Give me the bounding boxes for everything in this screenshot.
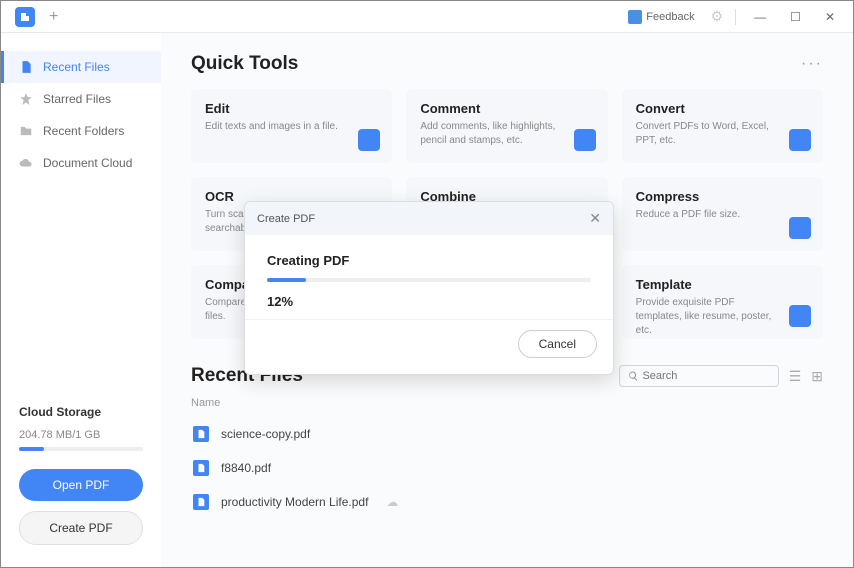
quick-tools-more-icon[interactable]: ···: [801, 55, 823, 73]
cloud-storage-bar: [19, 447, 143, 451]
search-input[interactable]: [642, 370, 769, 382]
feedback-button[interactable]: Feedback: [620, 8, 702, 26]
progress-title: Creating PDF: [267, 253, 591, 268]
template-icon: [789, 305, 811, 327]
sidebar-item-label: Starred Files: [43, 92, 111, 106]
pdf-file-icon: [193, 460, 209, 476]
feedback-label: Feedback: [646, 11, 694, 23]
pdf-file-icon: [193, 494, 209, 510]
sidebar: Recent Files Starred Files Recent Folder…: [1, 33, 161, 567]
minimize-button[interactable]: —: [744, 6, 776, 28]
tool-edit[interactable]: Edit Edit texts and images in a file.: [191, 89, 392, 163]
sidebar-item-label: Recent Folders: [43, 124, 124, 138]
sidebar-item-label: Recent Files: [43, 60, 110, 74]
column-name: Name: [191, 397, 823, 409]
edit-icon: [358, 129, 380, 151]
progress-percent: 12%: [267, 294, 591, 309]
search-box[interactable]: [619, 365, 779, 387]
sidebar-item-starred-files[interactable]: Starred Files: [1, 83, 161, 115]
file-name: f8840.pdf: [221, 461, 271, 475]
view-grid-icon[interactable]: ⊞: [811, 368, 823, 385]
tool-comment[interactable]: Comment Add comments, like highlights, p…: [406, 89, 607, 163]
comment-icon: [574, 129, 596, 151]
search-icon: [628, 370, 639, 382]
close-button[interactable]: ✕: [815, 6, 845, 28]
cloud-storage-title: Cloud Storage: [19, 405, 143, 419]
divider: [735, 9, 736, 25]
view-list-icon[interactable]: ☰: [789, 368, 802, 385]
file-icon: [19, 60, 33, 74]
settings-icon[interactable]: ⚙: [707, 8, 728, 25]
quick-tools-title: Quick Tools: [191, 53, 298, 75]
tool-compress[interactable]: Compress Reduce a PDF file size.: [622, 177, 823, 251]
create-pdf-dialog: Create PDF ✕ Creating PDF 12% Cancel: [244, 201, 614, 375]
create-pdf-button[interactable]: Create PDF: [19, 511, 143, 545]
app-logo[interactable]: [15, 7, 35, 27]
convert-icon: [789, 129, 811, 151]
titlebar: + Feedback ⚙ — ☐ ✕: [1, 1, 853, 33]
open-pdf-button[interactable]: Open PDF: [19, 469, 143, 501]
progress-bar: [267, 278, 591, 282]
sidebar-item-recent-files[interactable]: Recent Files: [1, 51, 161, 83]
folder-icon: [19, 124, 33, 138]
feedback-icon: [628, 10, 642, 24]
file-row[interactable]: productivity Modern Life.pdf ☁: [191, 485, 823, 519]
sidebar-item-document-cloud[interactable]: Document Cloud: [1, 147, 161, 179]
cloud-sync-icon: ☁: [386, 495, 398, 509]
tool-convert[interactable]: Convert Convert PDFs to Word, Excel, PPT…: [622, 89, 823, 163]
sidebar-item-label: Document Cloud: [43, 156, 132, 170]
pdf-file-icon: [193, 426, 209, 442]
maximize-button[interactable]: ☐: [780, 6, 811, 28]
file-name: science-copy.pdf: [221, 427, 310, 441]
compress-icon: [789, 217, 811, 239]
file-row[interactable]: f8840.pdf: [191, 451, 823, 485]
dialog-close-icon[interactable]: ✕: [589, 210, 601, 227]
cloud-storage-text: 204.78 MB/1 GB: [19, 429, 143, 441]
star-icon: [19, 92, 33, 106]
cloud-icon: [19, 156, 33, 170]
file-row[interactable]: science-copy.pdf: [191, 417, 823, 451]
file-name: productivity Modern Life.pdf: [221, 495, 368, 509]
sidebar-item-recent-folders[interactable]: Recent Folders: [1, 115, 161, 147]
tool-template[interactable]: Template Provide exquisite PDF templates…: [622, 265, 823, 339]
cancel-button[interactable]: Cancel: [518, 330, 597, 358]
dialog-title: Create PDF: [257, 213, 315, 225]
new-tab-button[interactable]: +: [49, 8, 58, 26]
